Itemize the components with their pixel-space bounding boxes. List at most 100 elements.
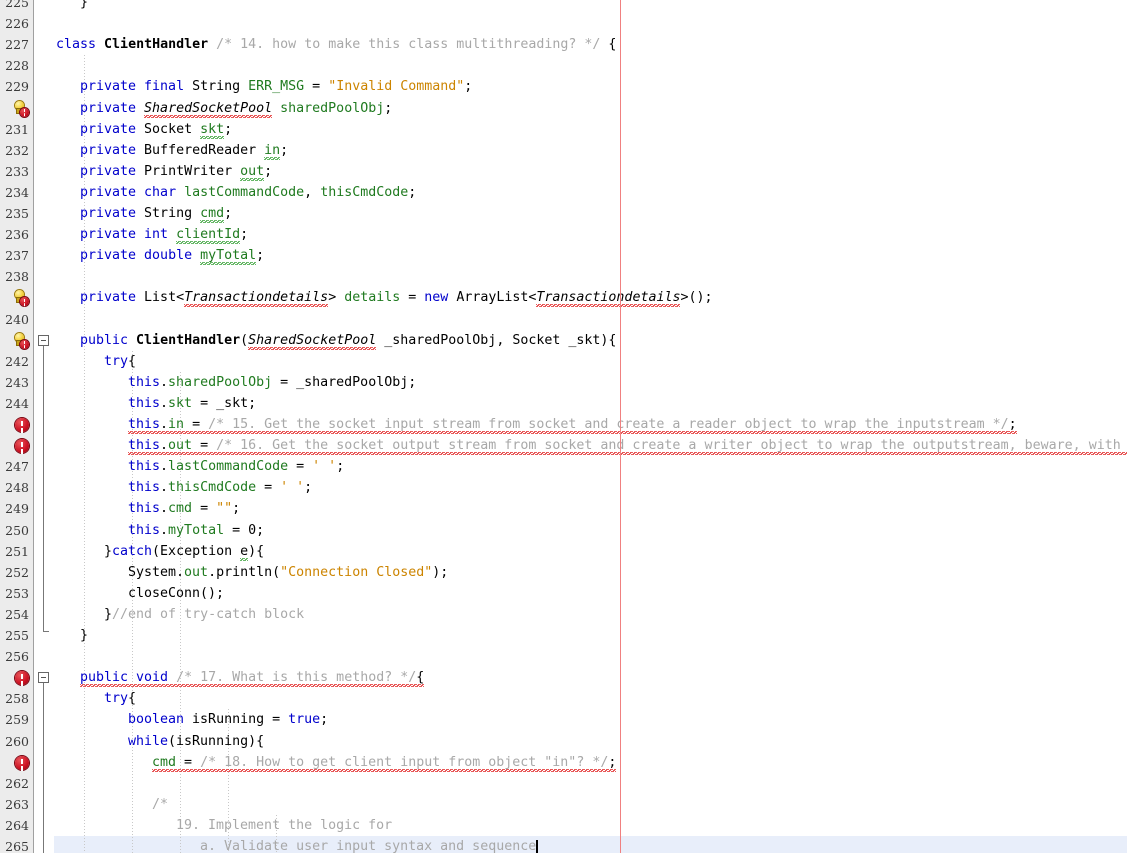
code-text[interactable]: private PrintWriter out; <box>80 161 272 182</box>
code-text[interactable]: this.in = /* 15. Get the socket input st… <box>128 414 1017 435</box>
code-line-241[interactable]: public ClientHandler(SharedSocketPool _s… <box>0 329 1127 351</box>
fold-minus-icon[interactable] <box>38 334 49 346</box>
code-line-230[interactable]: private SharedSocketPool sharedPoolObj; <box>0 97 1127 119</box>
code-line-250[interactable]: 250 this.myTotal = 0; <box>0 519 1127 541</box>
code-line-231[interactable]: 231 private Socket skt; <box>0 118 1127 140</box>
code-text[interactable]: boolean isRunning = true; <box>128 709 328 730</box>
code-text[interactable]: } <box>80 625 88 646</box>
code-text[interactable]: System.out.println("Connection Closed"); <box>128 562 448 583</box>
code-text[interactable]: cmd = /* 18. How to get client input fro… <box>152 752 617 773</box>
code-text[interactable]: try{ <box>104 688 136 709</box>
code-line-255[interactable]: 255} <box>0 625 1127 647</box>
code-token: Socket <box>144 121 201 137</box>
code-line-247[interactable]: 247 this.lastCommandCode = ' '; <box>0 456 1127 478</box>
code-token: . <box>160 395 169 411</box>
code-line-260[interactable]: 260 while(isRunning){ <box>0 730 1127 752</box>
code-text[interactable]: private char lastCommandCode, thisCmdCod… <box>80 182 416 203</box>
code-line-226[interactable]: 226 <box>0 13 1127 35</box>
code-text[interactable]: /* <box>152 794 168 815</box>
code-token: myTotal <box>200 248 257 266</box>
code-text[interactable]: this.thisCmdCode = ' '; <box>128 477 312 498</box>
code-line-264[interactable]: 264 19. Implement the logic for <box>0 814 1127 836</box>
code-text[interactable]: public void /* 17. What is this method? … <box>80 667 425 688</box>
code-line-225[interactable]: 225} <box>0 0 1127 14</box>
code-token: sharedPoolObj <box>168 374 273 390</box>
code-line-239[interactable]: private List<Transactiondetails> details… <box>0 287 1127 309</box>
code-text[interactable]: closeConn(); <box>128 583 224 604</box>
code-token: ; <box>224 206 233 221</box>
code-line-233[interactable]: 233 private PrintWriter out; <box>0 160 1127 182</box>
code-line-244[interactable]: 244 this.skt = _skt; <box>0 392 1127 414</box>
code-line-229[interactable]: 229 private final String ERR_MSG = "Inval… <box>0 76 1127 98</box>
code-line-256[interactable]: 256 <box>0 646 1127 668</box>
code-line-246[interactable]: this.out = /* 16. Get the socket output … <box>0 435 1127 457</box>
code-text[interactable]: private String cmd; <box>80 203 232 224</box>
code-token: public void <box>80 670 177 688</box>
code-line-234[interactable]: 234 private char lastCommandCode, thisCmd… <box>0 181 1127 203</box>
code-editor[interactable]: 225} 226 227 class ClientHandler /* 14. how… <box>0 0 1127 853</box>
code-line-258[interactable]: 258 try{ <box>0 688 1127 710</box>
code-text[interactable]: private double myTotal; <box>80 245 264 266</box>
error-icon[interactable] <box>0 751 33 773</box>
code-text[interactable]: this.out = /* 16. Get the socket output … <box>128 435 1127 456</box>
code-line-238[interactable]: 238 <box>0 266 1127 288</box>
code-text[interactable]: a. Validate user input syntax and sequen… <box>200 836 539 853</box>
code-line-228[interactable]: 228 <box>0 55 1127 77</box>
code-text[interactable]: private List<Transactiondetails> details… <box>80 287 713 308</box>
code-text[interactable]: this.cmd = ""; <box>128 498 240 519</box>
code-text[interactable]: this.myTotal = 0; <box>128 520 264 541</box>
code-line-262[interactable]: 262 <box>0 772 1127 794</box>
lightbulb-error-icon[interactable] <box>0 287 33 309</box>
code-text[interactable]: private SharedSocketPool sharedPoolObj; <box>80 98 392 119</box>
code-line-265[interactable]: 265 a. Validate user input syntax and seq… <box>0 836 1127 853</box>
code-text[interactable]: public ClientHandler(SharedSocketPool _s… <box>80 330 616 351</box>
code-text[interactable]: }//end of try-catch block <box>104 604 304 625</box>
code-line-240[interactable]: 240 <box>0 308 1127 330</box>
lightbulb-error-icon[interactable] <box>0 329 33 351</box>
code-token: ClientHandler <box>136 332 241 348</box>
code-text[interactable]: }catch(Exception e){ <box>104 541 264 562</box>
error-icon[interactable] <box>0 667 33 689</box>
code-line-252[interactable]: 252 System.out.println("Connection Closed… <box>0 561 1127 583</box>
code-text[interactable]: private Socket skt; <box>80 119 232 140</box>
code-line-249[interactable]: 249 this.cmd = ""; <box>0 498 1127 520</box>
code-line-237[interactable]: 237 private double myTotal; <box>0 245 1127 267</box>
code-line-236[interactable]: 236 private int clientId; <box>0 224 1127 246</box>
lightbulb-error-icon[interactable] <box>0 97 33 119</box>
code-text[interactable]: private final String ERR_MSG = "Invalid … <box>80 76 472 97</box>
code-line-263[interactable]: 263 /* <box>0 793 1127 815</box>
code-folding-strip[interactable] <box>34 0 54 853</box>
code-line-235[interactable]: 235 private String cmd; <box>0 203 1127 225</box>
error-icon-glyph <box>15 671 29 686</box>
code-line-254[interactable]: 254}//end of try-catch block <box>0 603 1127 625</box>
code-text[interactable]: this.lastCommandCode = ' '; <box>128 456 344 477</box>
code-line-245[interactable]: this.in = /* 15. Get the socket input st… <box>0 414 1127 436</box>
code-text[interactable]: class ClientHandler /* 14. how to make t… <box>56 34 616 55</box>
code-line-251[interactable]: 251}catch(Exception e){ <box>0 540 1127 562</box>
code-text[interactable]: 19. Implement the logic for <box>176 815 392 836</box>
code-line-227[interactable]: 227 class ClientHandler /* 14. how to mak… <box>0 34 1127 56</box>
error-icon[interactable] <box>0 414 33 436</box>
error-icon[interactable] <box>0 435 33 457</box>
code-line-253[interactable]: 253 closeConn(); <box>0 582 1127 604</box>
code-token: 19. Implement the logic for <box>176 817 393 833</box>
code-text[interactable]: } <box>80 0 88 13</box>
code-line-242[interactable]: 242 try{ <box>0 350 1127 372</box>
code-text[interactable]: private BufferedReader in; <box>80 140 288 161</box>
code-line-248[interactable]: 248 this.thisCmdCode = ' '; <box>0 477 1127 499</box>
fold-region-end <box>43 631 49 632</box>
code-token: _sharedPoolObj, Socket _skt){ <box>376 332 617 348</box>
code-line-259[interactable]: 259 boolean isRunning = true; <box>0 709 1127 731</box>
code-text[interactable]: this.sharedPoolObj = _sharedPoolObj; <box>128 372 416 393</box>
code-line-243[interactable]: 243 this.sharedPoolObj = _sharedPoolObj; <box>0 371 1127 393</box>
code-line-257[interactable]: public void /* 17. What is this method? … <box>0 667 1127 689</box>
fold-minus-icon[interactable] <box>38 672 49 684</box>
code-text[interactable]: try{ <box>104 351 136 372</box>
code-text[interactable]: while(isRunning){ <box>128 731 264 752</box>
code-token: . <box>160 417 169 434</box>
code-text[interactable]: private int clientId; <box>80 224 248 245</box>
code-line-232[interactable]: 232 private BufferedReader in; <box>0 139 1127 161</box>
code-token: { <box>128 691 137 707</box>
code-text[interactable]: this.skt = _skt; <box>128 393 256 414</box>
code-line-261[interactable]: cmd = /* 18. How to get client input fro… <box>0 751 1127 773</box>
